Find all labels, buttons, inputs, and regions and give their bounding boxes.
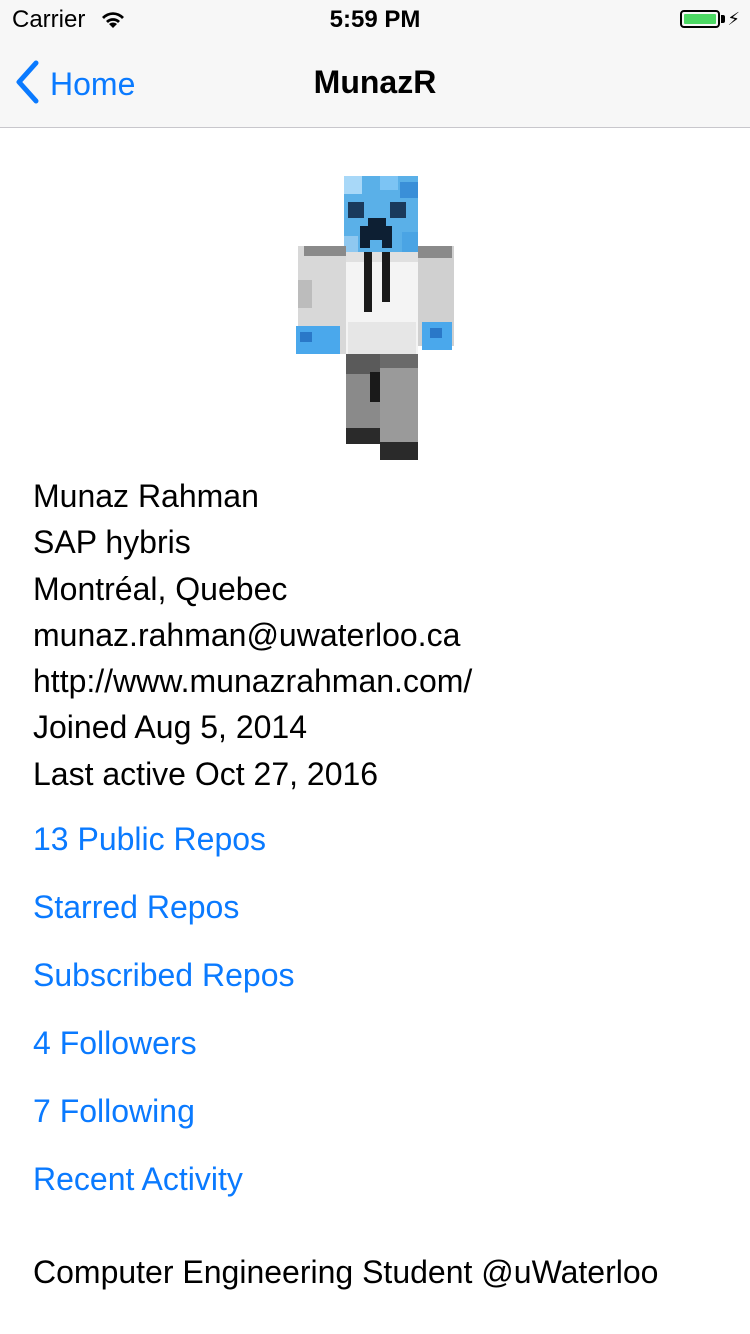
user-name: Munaz Rahman: [33, 478, 259, 514]
battery-icon: [680, 10, 720, 28]
starred-repos-link[interactable]: Starred Repos: [33, 873, 294, 941]
battery-tip: [721, 15, 725, 23]
recent-activity-link[interactable]: Recent Activity: [33, 1145, 294, 1213]
user-bio: Computer Engineering Student @uWaterloo: [33, 1254, 659, 1290]
user-email: munaz.rahman@uwaterloo.ca: [33, 616, 461, 653]
status-bar: Carrier 5:59 PM ⚡: [0, 0, 750, 40]
page-title: MunazR: [313, 64, 437, 100]
following-link[interactable]: 7 Following: [33, 1077, 294, 1145]
charging-icon: ⚡: [727, 9, 740, 29]
profile-info: Munaz Rahman SAP hybris Montréal, Quebec…: [33, 473, 472, 797]
user-location: Montréal, Quebec: [33, 570, 288, 607]
user-profile-screen: Carrier 5:59 PM ⚡ Home MunazR Munaz Rahm…: [0, 0, 750, 1334]
profile-links: 13 Public Repos Starred Repos Subscribed…: [33, 805, 294, 1213]
avatar: [290, 172, 460, 462]
user-company: SAP hybris: [33, 524, 191, 561]
subscribed-repos-link[interactable]: Subscribed Repos: [33, 941, 294, 1009]
joined-date: Joined Aug 5, 2014: [33, 709, 308, 746]
user-website: http://www.munazrahman.com/: [33, 663, 473, 700]
navigation-bar: Home MunazR: [0, 40, 750, 128]
public-repos-link[interactable]: 13 Public Repos: [33, 805, 294, 873]
last-active-date: Last active Oct 27, 2016: [33, 755, 379, 792]
clock: 5:59 PM: [329, 6, 421, 33]
followers-link[interactable]: 4 Followers: [33, 1009, 294, 1077]
